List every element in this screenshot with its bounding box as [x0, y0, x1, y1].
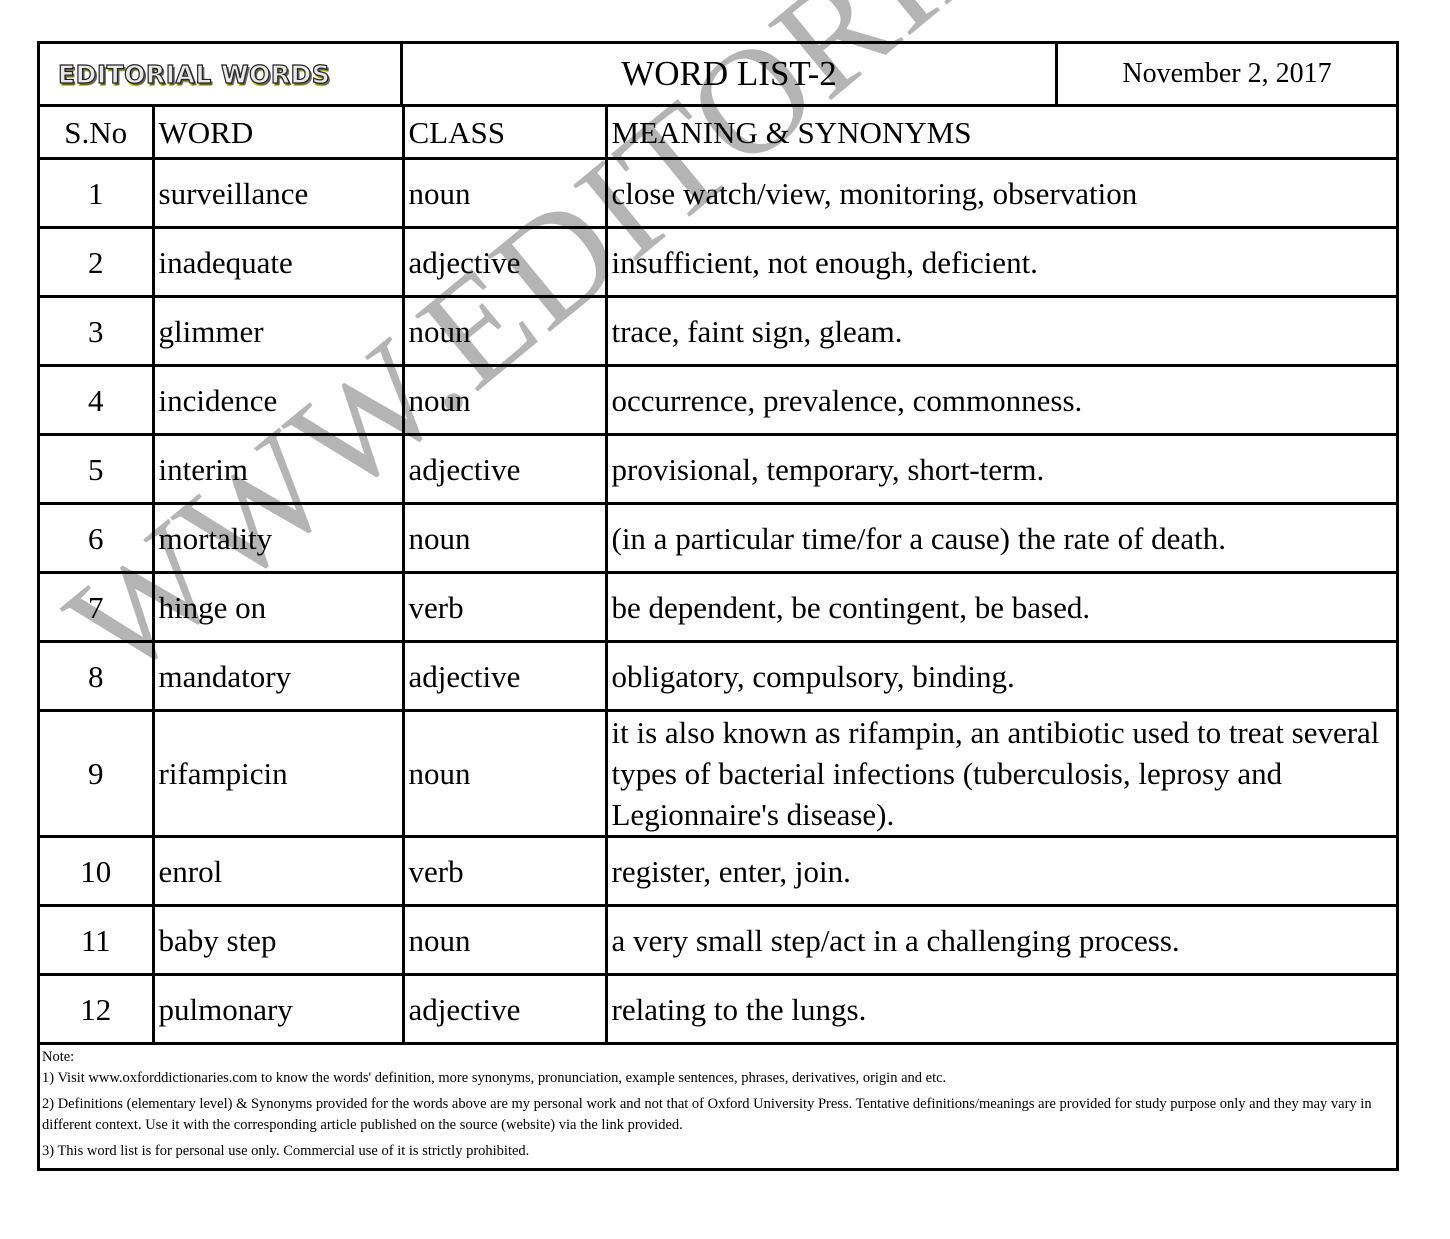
- row-meaning: obligatory, compulsory, binding.: [604, 640, 1396, 712]
- row-word: glimmer: [151, 295, 405, 367]
- row-class: adjective: [401, 433, 608, 505]
- row-meaning: be dependent, be contingent, be based.: [604, 571, 1396, 643]
- row-word: pulmonary: [151, 973, 405, 1045]
- row-sno: 9: [40, 709, 155, 838]
- row-word: interim: [151, 433, 405, 505]
- row-class: noun: [401, 502, 608, 574]
- row-class: noun: [401, 904, 608, 976]
- row-word: mandatory: [151, 640, 405, 712]
- row-meaning: relating to the lungs.: [604, 973, 1396, 1045]
- note-item: 1) Visit www.oxforddictionaries.com to k…: [42, 1070, 947, 1086]
- word-rows: 1 surveillance noun close watch/view, monit…: [40, 157, 1396, 1045]
- title-row: EDITORIAL WORDS WORD LIST-2 November 2, …: [40, 44, 1396, 107]
- row-sno: 11: [40, 904, 155, 976]
- table-row: 11 baby step noun a very small step/act in …: [40, 904, 1396, 976]
- logo-cell: EDITORIAL WORDS: [40, 44, 403, 104]
- row-class: noun: [401, 295, 608, 367]
- note-item: 2) Definitions (elementary level) & Syno…: [42, 1096, 1372, 1133]
- row-class: adjective: [401, 973, 608, 1045]
- row-meaning: trace, faint sign, gleam.: [604, 295, 1396, 367]
- row-word: enrol: [151, 835, 405, 907]
- row-meaning: it is also known as rifampin, an antibio…: [604, 709, 1396, 838]
- row-class: verb: [401, 835, 608, 907]
- row-word: surveillance: [151, 157, 405, 229]
- table-row: 7 hinge on verb be dependent, be contingent…: [40, 571, 1396, 643]
- row-sno: 7: [40, 571, 155, 643]
- row-meaning: occurrence, prevalence, commonness.: [604, 364, 1396, 436]
- row-sno: 6: [40, 502, 155, 574]
- table-row: 4 incidence noun occurrence, prevalence, co…: [40, 364, 1396, 436]
- row-meaning: a very small step/act in a challenging p…: [604, 904, 1396, 976]
- row-sno: 12: [40, 973, 155, 1045]
- row-meaning: register, enter, join.: [604, 835, 1396, 907]
- row-sno: 2: [40, 226, 155, 298]
- row-meaning: close watch/view, monitoring, observatio…: [604, 157, 1396, 229]
- row-word: mortality: [151, 502, 405, 574]
- row-meaning: insufficient, not enough, deficient.: [604, 226, 1396, 298]
- column-header-sno: S.No: [40, 107, 155, 160]
- row-sno: 4: [40, 364, 155, 436]
- row-class: adjective: [401, 640, 608, 712]
- row-sno: 10: [40, 835, 155, 907]
- table-row: 9 rifampicin noun it is also known as rifam…: [40, 709, 1396, 838]
- row-sno: 3: [40, 295, 155, 367]
- row-word: hinge on: [151, 571, 405, 643]
- column-header-word: WORD: [151, 107, 405, 160]
- row-class: noun: [401, 364, 608, 436]
- table-row: 3 glimmer noun trace, faint sign, gleam.: [40, 295, 1396, 367]
- table-header-row: S.No WORD CLASS MEANING & SYNONYMS: [40, 107, 1396, 160]
- row-word: inadequate: [151, 226, 405, 298]
- row-class: noun: [401, 157, 608, 229]
- row-meaning: provisional, temporary, short-term.: [604, 433, 1396, 505]
- row-sno: 1: [40, 157, 155, 229]
- row-word: incidence: [151, 364, 405, 436]
- table-row: 6 mortality noun (in a particular time/for …: [40, 502, 1396, 574]
- column-header-meaning: MEANING & SYNONYMS: [604, 107, 1396, 160]
- list-title: WORD LIST-2: [403, 44, 1058, 104]
- table-row: 8 mandatory adjective obligatory, compulsor…: [40, 640, 1396, 712]
- table-row: 1 surveillance noun close watch/view, monit…: [40, 157, 1396, 229]
- row-class: noun: [401, 709, 608, 838]
- table-row: 5 interim adjective provisional, temporary,…: [40, 433, 1396, 505]
- table-row: 12 pulmonary adjective relating to the lung…: [40, 973, 1396, 1045]
- notes-heading: Note:: [42, 1049, 75, 1065]
- editorial-words-logo: EDITORIAL WORDS: [57, 59, 331, 89]
- note-item: 3) This word list is for personal use on…: [42, 1143, 530, 1159]
- row-class: verb: [401, 571, 608, 643]
- word-table: S.No WORD CLASS MEANING & SYNONYMS 1 surv…: [40, 107, 1396, 1045]
- table-row: 2 inadequate adjective insufficient, not en…: [40, 226, 1396, 298]
- notes-section: Note: 1) Visit www.oxforddictionaries.co…: [40, 1045, 1396, 1168]
- column-header-class: CLASS: [401, 107, 608, 160]
- row-meaning: (in a particular time/for a cause) the r…: [604, 502, 1396, 574]
- word-list-sheet: EDITORIAL WORDS WORD LIST-2 November 2, …: [37, 41, 1399, 1171]
- row-sno: 5: [40, 433, 155, 505]
- row-word: rifampicin: [151, 709, 405, 838]
- row-word: baby step: [151, 904, 405, 976]
- row-class: adjective: [401, 226, 608, 298]
- table-row: 10 enrol verb register, enter, join.: [40, 835, 1396, 907]
- list-date: November 2, 2017: [1122, 58, 1332, 89]
- row-sno: 8: [40, 640, 155, 712]
